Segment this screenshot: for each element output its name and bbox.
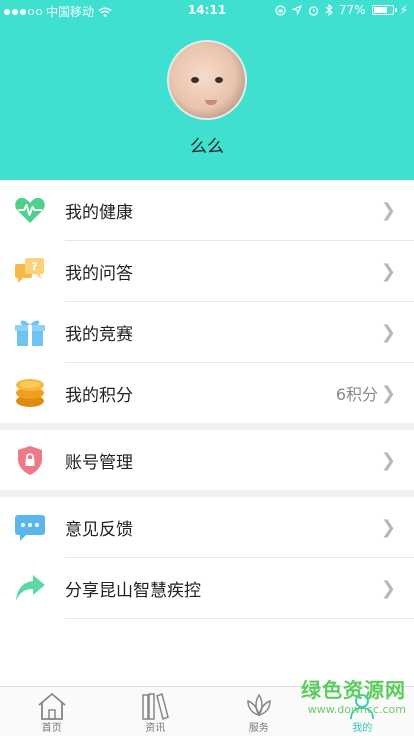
message-dots-icon	[15, 515, 45, 541]
menu-item-account[interactable]: 账号管理 ❯	[0, 430, 414, 490]
charging-icon: ⚡	[399, 3, 408, 17]
location-icon	[291, 5, 302, 15]
menu-item-feedback[interactable]: 意见反馈 ❯	[0, 497, 414, 557]
svg-text:?: ?	[31, 260, 37, 273]
gift-icon	[15, 320, 45, 346]
section-gap	[0, 490, 414, 497]
tab-label: 我的	[352, 723, 373, 734]
menu-item-share[interactable]: 分享昆山智慧疾控 ❯	[0, 558, 414, 618]
menu-item-label: 我的积分	[65, 385, 133, 406]
tab-services[interactable]: 服务	[207, 687, 311, 736]
watermark: 绿色资源网 www.downcc.com	[301, 674, 406, 716]
status-bar: 中国移动 14:11 77% ⚡	[0, 0, 414, 20]
menu-item-label: 我的健康	[65, 202, 133, 223]
tab-label: 首页	[41, 723, 62, 734]
avatar[interactable]	[167, 40, 247, 120]
chevron-right-icon: ❯	[380, 516, 396, 538]
home-icon	[38, 692, 66, 720]
battery-percent: 77%	[338, 3, 366, 17]
chevron-right-icon: ❯	[380, 260, 396, 282]
battery-icon	[371, 5, 397, 15]
menu-list: 我的健康 ❯ ? 我的问答 ❯ 我的竞赛 ❯ 我的积分 6积分 ❯ 账号管理 ❯…	[0, 180, 414, 619]
menu-item-points[interactable]: 我的积分 6积分 ❯	[0, 363, 414, 423]
menu-item-label: 账号管理	[65, 452, 133, 473]
share-arrow-icon	[16, 575, 45, 601]
watermark-title: 绿色资源网	[301, 678, 406, 702]
lock-rotation-icon	[275, 4, 286, 16]
chat-question-icon: ?	[15, 258, 44, 283]
coins-icon	[16, 379, 44, 407]
books-icon	[142, 692, 170, 721]
menu-item-label: 我的竞赛	[65, 324, 133, 345]
tab-label: 资讯	[145, 723, 166, 734]
divider	[65, 618, 414, 619]
menu-item-contest[interactable]: 我的竞赛 ❯	[0, 302, 414, 362]
chevron-right-icon: ❯	[380, 382, 396, 404]
menu-item-health[interactable]: 我的健康 ❯	[0, 180, 414, 240]
tab-home[interactable]: 首页	[0, 687, 104, 736]
tab-label: 服务	[248, 723, 269, 734]
chevron-right-icon: ❯	[380, 199, 396, 221]
points-value: 6积分	[335, 385, 378, 404]
menu-item-label: 意见反馈	[65, 519, 133, 540]
menu-item-label: 我的问答	[65, 263, 133, 284]
chevron-right-icon: ❯	[380, 321, 396, 343]
profile-header: 中国移动 14:11 77% ⚡ 么么	[0, 0, 414, 180]
section-gap	[0, 423, 414, 430]
status-right: 77% ⚡	[275, 3, 408, 17]
tab-news[interactable]: 资讯	[104, 687, 208, 736]
chevron-right-icon: ❯	[380, 577, 396, 599]
shield-lock-icon	[18, 446, 42, 475]
username: 么么	[190, 137, 224, 157]
bluetooth-icon	[325, 4, 333, 16]
menu-item-qa[interactable]: ? 我的问答 ❯	[0, 241, 414, 301]
menu-item-label: 分享昆山智慧疾控	[65, 580, 201, 601]
lotus-icon	[246, 693, 271, 717]
alarm-icon	[308, 5, 318, 16]
chevron-right-icon: ❯	[380, 449, 396, 471]
heart-pulse-icon	[15, 197, 45, 223]
watermark-url: www.downcc.com	[307, 703, 406, 716]
